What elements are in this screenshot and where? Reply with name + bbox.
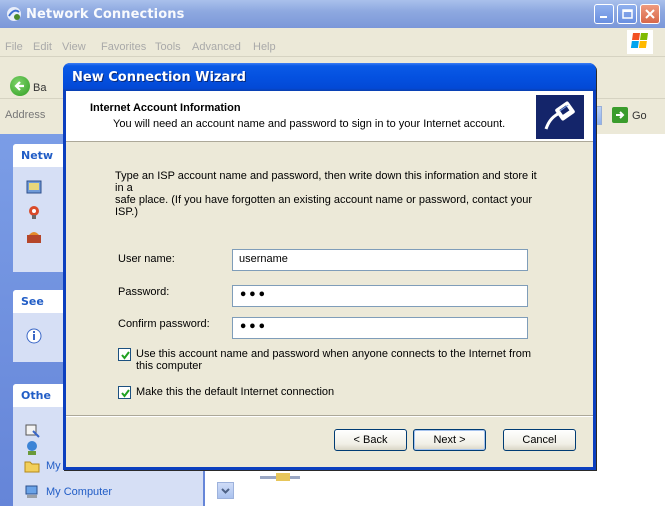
my-network-places-icon[interactable] xyxy=(24,440,40,456)
panel-title-other-places[interactable]: Othe xyxy=(21,389,51,402)
default-connection-label[interactable]: Make this the default Internet connectio… xyxy=(136,386,556,398)
wizard-header: Internet Account Information You will ne… xyxy=(66,91,593,142)
scroll-down-arrow[interactable] xyxy=(217,482,234,499)
next-button[interactable]: Next > xyxy=(413,429,486,451)
password-input[interactable]: ••• xyxy=(232,285,528,307)
confirm-password-label: Confirm password: xyxy=(118,318,210,330)
use-account-label[interactable]: Use this account name and password when … xyxy=(136,348,556,372)
windows-flag-icon xyxy=(627,30,653,54)
menu-tools[interactable]: Tools xyxy=(155,41,181,53)
menu-advanced[interactable]: Advanced xyxy=(192,41,241,53)
instruction-line-1: Type an ISP account name and password, t… xyxy=(115,170,537,194)
menu-edit[interactable]: Edit xyxy=(33,41,52,53)
bg-title-bar: Network Connections xyxy=(0,0,665,28)
wizard-title: New Connection Wizard xyxy=(72,70,246,85)
use-account-checkbox[interactable] xyxy=(118,348,131,361)
username-label: User name: xyxy=(118,253,175,265)
address-label: Address xyxy=(5,109,46,121)
setup-network-icon[interactable] xyxy=(26,204,42,220)
panel-title-network-tasks[interactable]: Netw xyxy=(21,149,53,162)
panel-title-see-also[interactable]: See xyxy=(21,295,44,308)
instruction-text: Type an ISP account name and password, t… xyxy=(115,170,540,218)
wizard-title-bar[interactable]: New Connection Wizard xyxy=(63,63,596,91)
menu-view[interactable]: View xyxy=(62,41,86,53)
back-button[interactable]: < Back xyxy=(334,429,407,451)
go-label[interactable]: Go xyxy=(632,110,647,122)
menu-help[interactable]: Help xyxy=(253,41,276,53)
password-label: Password: xyxy=(118,286,170,298)
back-label[interactable]: Ba xyxy=(33,82,46,94)
wizard-body: Internet Account Information You will ne… xyxy=(66,91,593,467)
bg-window-title: Network Connections xyxy=(26,7,185,22)
close-button[interactable] xyxy=(640,4,660,24)
firewall-icon[interactable] xyxy=(26,229,42,245)
maximize-button[interactable] xyxy=(617,4,637,24)
go-arrow-icon[interactable] xyxy=(612,107,628,123)
cancel-button[interactable]: Cancel xyxy=(503,429,576,451)
my-computer-link[interactable]: My Computer xyxy=(46,486,112,498)
header-subtitle: You will need an account name and passwo… xyxy=(113,118,506,130)
button-separator xyxy=(66,415,593,417)
menu-file[interactable]: File xyxy=(5,41,23,53)
username-input[interactable]: username xyxy=(232,249,528,271)
confirm-password-input[interactable]: ••• xyxy=(232,317,528,339)
new-connection-wizard-dialog: New Connection Wizard Internet Account I… xyxy=(63,63,596,470)
menu-favorites[interactable]: Favorites xyxy=(101,41,146,53)
back-arrow-icon[interactable] xyxy=(10,76,30,96)
minimize-button[interactable] xyxy=(594,4,614,24)
my-documents-icon[interactable] xyxy=(24,458,40,474)
header-title: Internet Account Information xyxy=(90,102,241,114)
create-connection-icon[interactable] xyxy=(26,179,42,195)
instruction-line-2: safe place. (If you have forgotten an ex… xyxy=(115,194,533,218)
control-panel-icon[interactable] xyxy=(24,422,40,438)
connection-icon-partial xyxy=(258,471,304,483)
network-cable-icon xyxy=(536,95,584,139)
use-account-line-1: Use this account name and password when … xyxy=(136,348,532,360)
info-icon[interactable] xyxy=(26,328,42,344)
network-connections-icon xyxy=(6,6,22,22)
my-computer-icon[interactable] xyxy=(24,484,40,500)
menu-bar: File Edit View Favorites Tools Advanced … xyxy=(0,32,665,54)
default-connection-checkbox[interactable] xyxy=(118,386,131,399)
use-account-line-2: this computer xyxy=(136,360,203,372)
